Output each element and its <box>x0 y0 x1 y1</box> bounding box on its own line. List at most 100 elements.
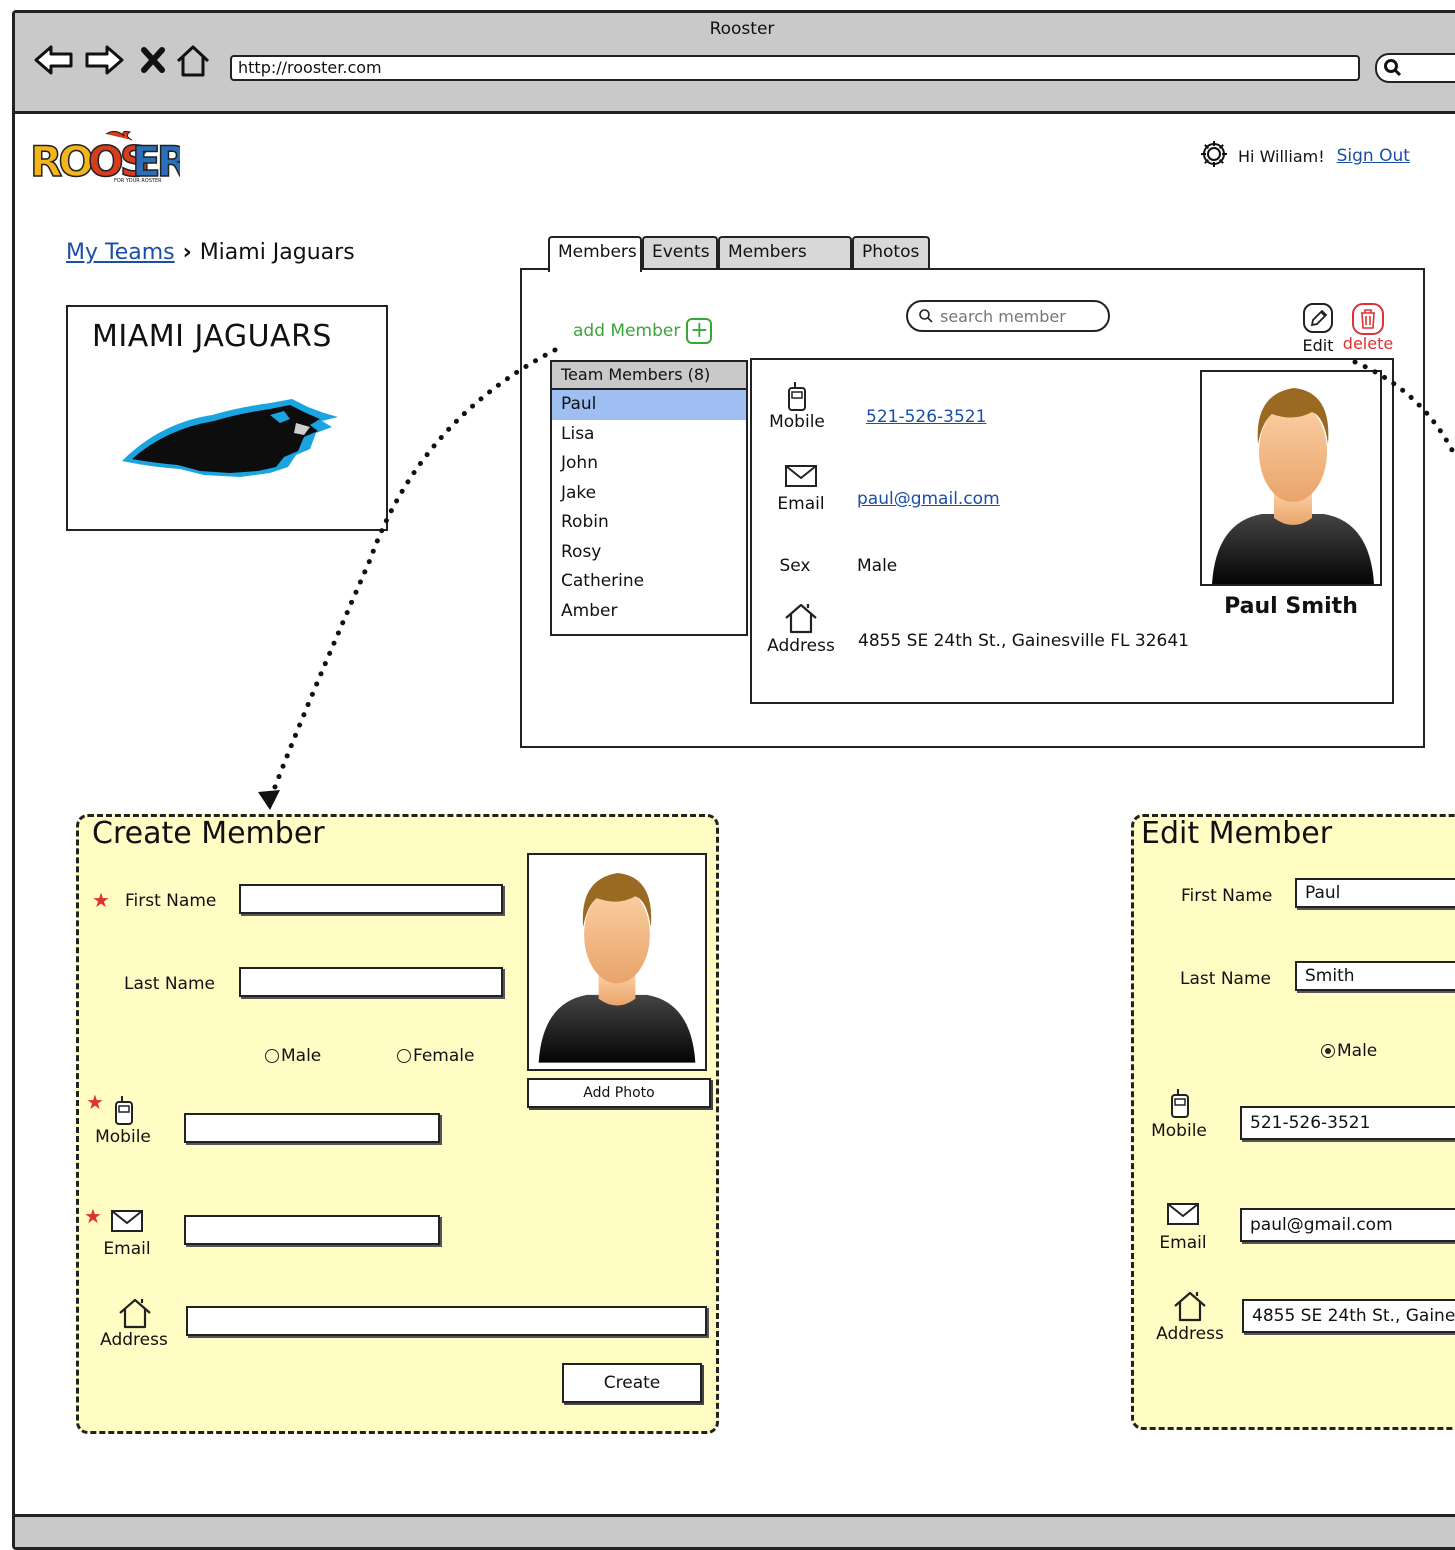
mobile-label: Mobile <box>1151 1121 1207 1141</box>
member-full-name: Paul Smith <box>1224 594 1358 619</box>
house-icon <box>1174 1291 1206 1322</box>
last-name-field[interactable]: Smith <box>1295 961 1455 991</box>
breadcrumb-separator: › <box>182 240 192 265</box>
user-area: Hi William! Sign Out <box>1198 138 1410 174</box>
address-field[interactable]: 4855 SE 24th St., Gainesville FL 32641 <box>1242 1299 1455 1333</box>
breadcrumb-current: Miami Jaguars <box>199 240 355 265</box>
delete-label: delete <box>1342 334 1394 353</box>
browser-statusbar <box>15 1514 1455 1547</box>
sex-value: Male <box>857 556 898 576</box>
edit-member-button[interactable]: Edit <box>1298 302 1338 355</box>
address-label: Address <box>1156 1324 1224 1344</box>
male-label: Male <box>1337 1041 1378 1061</box>
home-icon[interactable] <box>175 43 211 79</box>
gear-icon[interactable] <box>1198 138 1230 174</box>
email-label: Email <box>103 1239 151 1259</box>
edit-label: Edit <box>1302 336 1334 355</box>
first-name-label: First Name <box>125 891 217 911</box>
list-item[interactable]: Jake <box>552 479 746 509</box>
address-label: Address <box>767 636 835 656</box>
list-item[interactable]: John <box>552 449 746 479</box>
mobile-field[interactable] <box>184 1113 440 1143</box>
tab-members-talk[interactable]: Members Talk <box>718 236 852 290</box>
rooster-logo: RO OS ER FOR YOUR ROSTER <box>28 128 193 188</box>
window-title: Rooster <box>709 19 775 39</box>
team-card: MIAMI JAGUARS <box>66 305 388 531</box>
email-label: Email <box>777 494 825 514</box>
pencil-icon <box>1303 303 1333 333</box>
browser-search-box[interactable] <box>1375 53 1455 83</box>
mobile-label: Mobile <box>769 412 825 432</box>
mobile-field[interactable]: 521-526-3521 <box>1240 1106 1455 1140</box>
email-value[interactable]: paul@gmail.com <box>857 489 1000 509</box>
avatar-icon <box>1212 388 1374 584</box>
male-radio[interactable]: Male <box>265 1046 321 1066</box>
create-member-title: Create Member <box>92 816 325 851</box>
team-name: MIAMI JAGUARS <box>92 319 332 354</box>
address-field[interactable] <box>186 1306 707 1336</box>
radio-circle <box>1321 1044 1335 1058</box>
avatar-icon <box>538 873 696 1063</box>
radio-circle <box>265 1049 279 1063</box>
list-item[interactable]: Catherine <box>552 567 746 597</box>
address-label: Address <box>100 1330 168 1350</box>
plus-icon: + <box>686 318 713 344</box>
mobile-value[interactable]: 521-526-3521 <box>866 407 986 427</box>
list-item[interactable]: Robin <box>552 508 746 538</box>
list-item[interactable]: Rosy <box>552 538 746 568</box>
search-icon <box>919 309 933 323</box>
house-icon <box>785 603 817 634</box>
mobile-phone-icon <box>1171 1089 1189 1118</box>
email-field[interactable]: paul@gmail.com <box>1240 1208 1455 1242</box>
list-item[interactable]: Paul <box>552 390 746 420</box>
breadcrumb: My Teams › Miami Jaguars <box>66 240 355 265</box>
delete-member-button[interactable]: delete <box>1340 302 1396 353</box>
required-star-icon: ★ <box>92 888 110 912</box>
last-name-field[interactable] <box>239 967 503 997</box>
add-member-label: add Member <box>573 321 681 341</box>
email-field[interactable] <box>184 1215 440 1245</box>
tab-photos[interactable]: Photos <box>852 236 930 268</box>
back-arrow-icon[interactable] <box>33 43 75 77</box>
tab-members[interactable]: Members <box>548 236 642 272</box>
trash-icon <box>1352 303 1384 335</box>
envelope-icon <box>1167 1203 1199 1225</box>
search-member-input[interactable]: search member <box>906 300 1110 332</box>
add-photo-button[interactable]: Add Photo <box>527 1078 711 1108</box>
svg-text:RO: RO <box>30 137 92 186</box>
panther-logo-icon <box>122 399 338 477</box>
logo-tagline: FOR YOUR ROSTER <box>114 178 162 184</box>
sex-label: Sex <box>779 556 811 576</box>
tab-events[interactable]: Events <box>642 236 718 268</box>
last-name-label: Last Name <box>1180 969 1271 989</box>
add-member-button[interactable]: add Member + <box>573 318 713 344</box>
sign-out-link[interactable]: Sign Out <box>1337 146 1410 166</box>
browser-titlebar: Rooster http://rooster.com <box>15 13 1455 114</box>
house-icon <box>119 1298 151 1329</box>
email-label: Email <box>1159 1233 1207 1253</box>
team-members-list: Team Members (8) Paul Lisa John Jake Rob… <box>550 360 748 636</box>
female-label: Female <box>413 1046 475 1066</box>
first-name-field[interactable]: Paul <box>1295 878 1455 908</box>
search-member-placeholder: search member <box>940 306 1066 326</box>
forward-arrow-icon[interactable] <box>83 43 125 77</box>
greeting: Hi William! <box>1238 146 1325 166</box>
required-star-icon: ★ <box>86 1090 104 1114</box>
male-radio[interactable]: Male <box>1321 1041 1377 1061</box>
edit-member-title: Edit Member <box>1141 816 1333 851</box>
mobile-phone-icon <box>788 382 806 411</box>
first-name-field[interactable] <box>239 884 503 914</box>
female-radio[interactable]: Female <box>397 1046 474 1066</box>
envelope-icon <box>111 1210 143 1232</box>
male-label: Male <box>281 1046 322 1066</box>
list-item[interactable]: Lisa <box>552 420 746 450</box>
url-input[interactable]: http://rooster.com <box>230 55 1360 81</box>
create-button[interactable]: Create <box>562 1363 702 1403</box>
mobile-phone-icon <box>115 1096 133 1125</box>
breadcrumb-my-teams[interactable]: My Teams <box>66 240 175 265</box>
envelope-icon <box>785 465 817 487</box>
list-header: Team Members (8) <box>552 362 746 390</box>
radio-circle <box>397 1049 411 1063</box>
stop-icon[interactable] <box>139 45 167 75</box>
list-item[interactable]: Amber <box>552 597 746 627</box>
